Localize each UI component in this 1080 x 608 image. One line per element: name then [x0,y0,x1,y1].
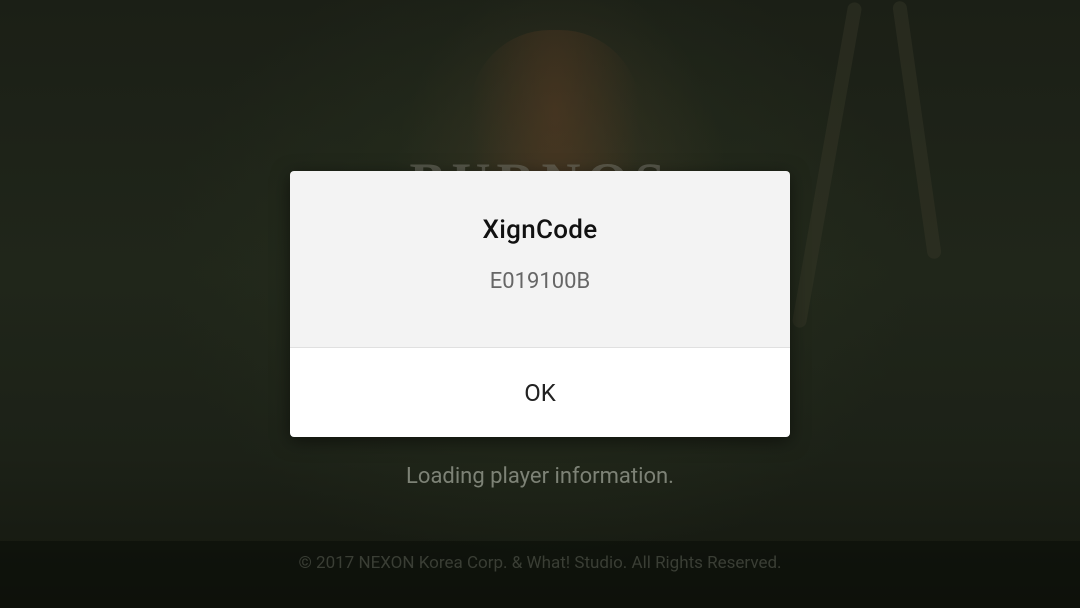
footer-bar [0,541,1080,608]
ok-button[interactable]: OK [290,348,790,437]
dialog-error-code: E019100B [489,269,591,294]
dialog-title: XignCode [482,215,598,245]
copyright-text: © 2017 NEXON Korea Corp. & What! Studio.… [298,553,782,573]
error-dialog: XignCode E019100B OK [290,171,790,437]
loading-status-text: Loading player information. [406,464,674,489]
dialog-actions: OK [290,348,790,437]
dialog-body: XignCode E019100B [290,171,790,348]
background-branch-art [891,0,943,260]
game-screen: BURNOS Loading player information. © 201… [0,0,1080,608]
background-branch-art [791,1,863,329]
